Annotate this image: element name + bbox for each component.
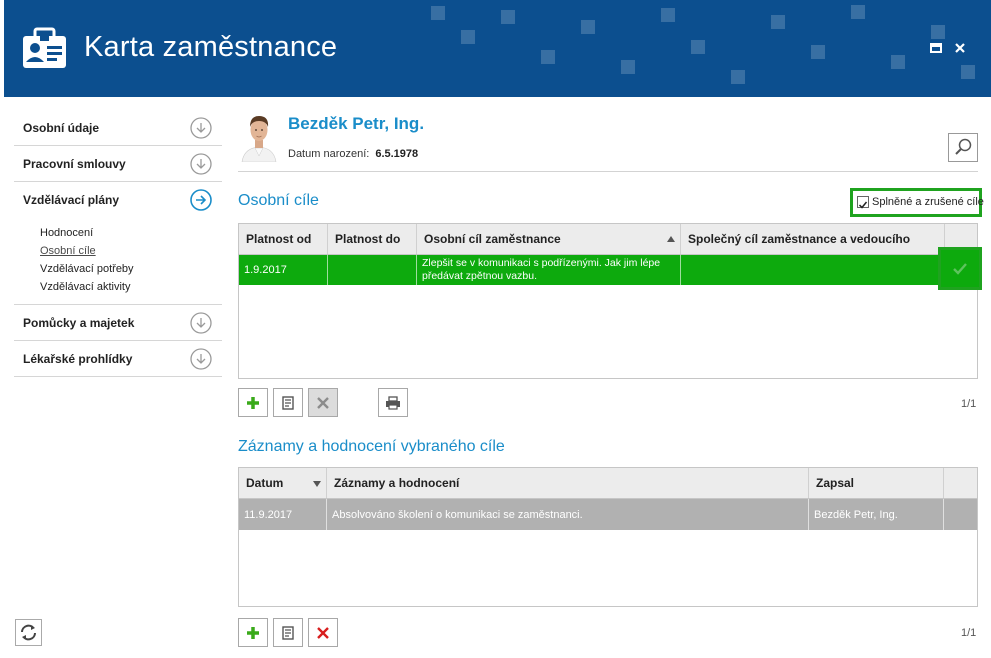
sidebar-item-label: Osobní údaje: [23, 121, 100, 135]
goals-table-header: Platnost od Platnost do Osobní cíl zaměs…: [239, 224, 977, 255]
arrow-down-circle-icon[interactable]: [190, 117, 212, 139]
column-header-author[interactable]: Zapsal: [809, 468, 944, 498]
edit-icon: [282, 625, 294, 640]
sidebar-item-label: Pomůcky a majetek: [23, 316, 135, 330]
search-icon: [955, 138, 972, 155]
column-header-label: Datum: [246, 476, 284, 490]
table-row[interactable]: 11.9.2017 Absolvováno školení o komunika…: [239, 499, 977, 530]
cell-author: Bezděk Petr, Ing.: [809, 499, 944, 530]
cell-personal-goal: Zlepšit se v komunikaci s podřízenými. J…: [417, 255, 681, 285]
column-header-shared-goal[interactable]: Společný cíl zaměstnance a vedoucího: [681, 224, 945, 254]
birth-date-label: Datum narození:: [288, 148, 370, 160]
search-button[interactable]: [948, 133, 978, 162]
cell-shared-goal: [681, 255, 945, 285]
records-table: Datum Záznamy a hodnocení Zapsal 11.9.20…: [238, 467, 978, 607]
column-header-label: Osobní cíl zaměstnance: [424, 232, 561, 246]
records-table-header: Datum Záznamy a hodnocení Zapsal: [239, 468, 977, 499]
window-title: Karta zaměstnance: [84, 31, 338, 63]
delete-record-button[interactable]: [308, 618, 338, 647]
checkmark-icon: [941, 250, 979, 287]
column-header-valid-from[interactable]: Platnost od: [239, 224, 328, 254]
filter-label: Splněné a zrušené cíle: [872, 196, 984, 208]
table-row[interactable]: 1.9.2017 Zlepšit se v komunikaci s podří…: [239, 255, 977, 285]
column-header-valid-to[interactable]: Platnost do: [328, 224, 417, 254]
employee-birth-date: Datum narození: 6.5.1978: [288, 148, 418, 160]
goals-table: Platnost od Platnost do Osobní cíl zaměs…: [238, 223, 978, 379]
records-pager: 1/1: [961, 627, 977, 639]
completed-cancelled-filter[interactable]: Splněné a zrušené cíle: [850, 188, 984, 217]
goals-section-title: Osobní cíle: [238, 192, 319, 209]
edit-record-button[interactable]: [273, 618, 303, 647]
sort-ascending-icon: [667, 236, 675, 242]
cell-record: Absolvováno školení o komunikaci se zamě…: [327, 499, 809, 530]
sidebar-submenu: Hodnocení Osobní cíle Vzdělávací potřeby…: [14, 218, 222, 305]
birth-date-value: 6.5.1978: [375, 148, 419, 160]
sidebar-subitem-education-needs[interactable]: Vzdělávací potřeby: [40, 260, 222, 278]
cell-valid-to: [328, 255, 417, 285]
sidebar: Osobní údaje Pracovní smlouvy Vzdělávací…: [14, 110, 222, 377]
edit-icon: [282, 395, 294, 410]
print-icon: [386, 395, 400, 410]
arrow-down-circle-icon[interactable]: [190, 153, 212, 175]
sidebar-item-personal-data[interactable]: Osobní údaje: [14, 110, 222, 146]
divider: [238, 171, 978, 172]
sidebar-item-equipment[interactable]: Pomůcky a majetek: [14, 305, 222, 341]
header-pattern: [431, 5, 975, 84]
checkmark-icon: [858, 201, 868, 209]
column-header-personal-goal[interactable]: Osobní cíl zaměstnance: [417, 224, 681, 254]
employee-avatar: [238, 110, 280, 162]
sidebar-subitem-evaluation[interactable]: Hodnocení: [40, 224, 222, 242]
column-header-records[interactable]: Záznamy a hodnocení: [327, 468, 809, 498]
cell-valid-from: 1.9.2017: [239, 255, 328, 285]
add-icon: [247, 396, 259, 409]
delete-icon: [317, 626, 329, 639]
filter-checkbox[interactable]: [857, 196, 869, 209]
close-icon[interactable]: [952, 40, 968, 56]
goal-status-completed[interactable]: [938, 247, 982, 290]
add-icon: [247, 626, 259, 639]
window-header: Karta zaměstnance: [4, 0, 991, 97]
records-section-title: Záznamy a hodnocení vybraného cíle: [238, 438, 505, 455]
print-button[interactable]: [378, 388, 408, 417]
sidebar-item-education-plans[interactable]: Vzdělávací plány: [14, 182, 222, 218]
sidebar-item-medical-checkups[interactable]: Lékařské prohlídky: [14, 341, 222, 377]
sort-descending-icon: [313, 481, 321, 487]
sidebar-subitem-education-activities[interactable]: Vzdělávací aktivity: [40, 278, 222, 296]
maximize-icon[interactable]: [928, 40, 944, 56]
sidebar-item-employment-contracts[interactable]: Pracovní smlouvy: [14, 146, 222, 182]
add-record-button[interactable]: [238, 618, 268, 647]
sidebar-item-label: Vzdělávací plány: [23, 193, 120, 207]
arrow-down-circle-icon[interactable]: [190, 312, 212, 334]
sidebar-item-label: Pracovní smlouvy: [23, 157, 126, 171]
goals-pager: 1/1: [961, 398, 977, 410]
delete-goal-button[interactable]: [308, 388, 338, 417]
delete-icon: [317, 396, 329, 409]
sidebar-subitem-personal-goals[interactable]: Osobní cíle: [40, 242, 222, 260]
arrow-right-circle-icon[interactable]: [190, 189, 212, 211]
refresh-button[interactable]: [15, 619, 42, 646]
sidebar-item-label: Lékařské prohlídky: [23, 352, 133, 366]
arrow-down-circle-icon[interactable]: [190, 348, 212, 370]
cell-date: 11.9.2017: [239, 499, 327, 530]
refresh-icon: [21, 624, 36, 641]
add-goal-button[interactable]: [238, 388, 268, 417]
employee-name: Bezděk Petr, Ing.: [288, 114, 425, 133]
edit-goal-button[interactable]: [273, 388, 303, 417]
column-header-date[interactable]: Datum: [239, 468, 327, 498]
id-card-icon: [23, 27, 66, 68]
